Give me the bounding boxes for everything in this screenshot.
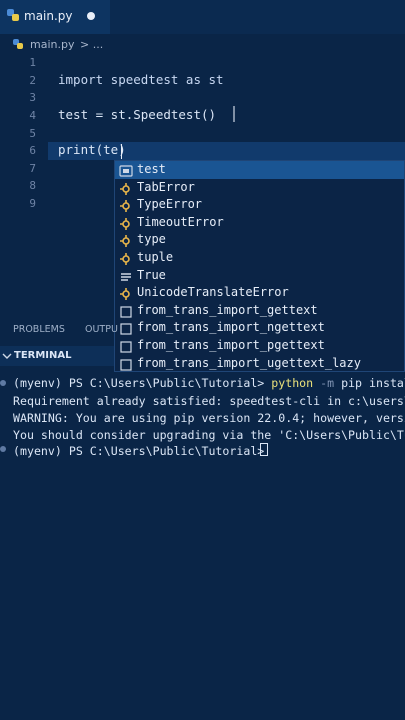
line-number: 4 [29, 109, 36, 122]
terminal-line: (myenv) PS C:\Users\Public\Tutorial> pyt… [13, 376, 405, 390]
variable-icon [119, 163, 133, 177]
code-text: test = st.Speedtest() [58, 107, 217, 122]
suggestion-label: UnicodeTranslateError [137, 285, 289, 300]
command-text: python [271, 376, 314, 390]
code-text: print(te) [58, 142, 126, 157]
code-text: import speedtest as st [58, 72, 224, 87]
tab-label: main.py [24, 9, 73, 23]
suggestion-label: TabError [137, 179, 195, 194]
suggestion-label: from_trans_import_ugettext_lazy [137, 355, 361, 370]
class-icon [119, 198, 133, 213]
line-number: 1 [29, 56, 36, 69]
class-icon [119, 181, 133, 195]
suggestion-label: TimeoutError [137, 214, 224, 229]
suggestion-label: TypeError [137, 197, 203, 212]
suggestion-item[interactable]: TabError [115, 179, 404, 197]
python-icon [13, 39, 23, 49]
chevron-down-icon [2, 353, 12, 359]
suggestion-item[interactable]: from_trans_import_ugettext_lazy [115, 355, 404, 373]
text-cursor [121, 144, 122, 159]
suggestion-item[interactable]: from_trans_import_gettext [115, 302, 404, 320]
suggestion-item[interactable]: TimeoutError [115, 214, 404, 232]
suggestion-label: test [137, 162, 166, 176]
suggestion-item[interactable]: tuple [115, 249, 404, 267]
suggestion-item[interactable]: type [115, 231, 404, 249]
tab-main-py[interactable]: main.py [0, 0, 110, 34]
suggestion-item[interactable]: True [115, 267, 404, 285]
terminal-line: Requirement already satisfied: speedtest… [13, 394, 405, 408]
line-number: 2 [29, 74, 36, 87]
line-number: 8 [29, 179, 36, 192]
terminal-line: (myenv) PS C:\Users\Public\Tutorial> [13, 444, 272, 458]
tab-bar: main.py [0, 0, 405, 34]
snippet-icon [119, 304, 133, 318]
terminal-header[interactable]: TERMINAL [0, 346, 114, 366]
suggestion-label: tuple [137, 250, 174, 264]
suggestion-item[interactable]: UnicodeTranslateError [115, 284, 404, 302]
suggestion-label: True [137, 267, 166, 282]
code-line: import speedtest as st [58, 72, 224, 87]
snippet-icon [119, 357, 133, 371]
breadcrumb: main.py > ... [0, 34, 405, 54]
suggestion-label: type [137, 232, 166, 247]
tab-output[interactable]: OUTPU [85, 324, 118, 335]
class-icon [119, 216, 133, 230]
args-text: pip install [341, 376, 405, 390]
prompt-text: (myenv) PS C:\Users\Public\Tutorial> [13, 376, 272, 390]
line-number: 3 [29, 91, 36, 104]
suggestion-label: from_trans_import_gettext [137, 302, 318, 317]
panel-tabs: PROBLEMS OUTPU [0, 318, 405, 342]
line-number: 5 [29, 127, 36, 140]
breadcrumb-more[interactable]: > ... [80, 38, 103, 51]
suggestion-item[interactable]: test [115, 161, 404, 179]
breadcrumb-file[interactable]: main.py [30, 38, 74, 51]
terminal-title: TERMINAL [14, 350, 72, 361]
class-icon [119, 286, 133, 301]
python-icon [7, 9, 19, 21]
terminal-line: WARNING: You are using pip version 22.0.… [13, 411, 405, 425]
code-line: test = st.Speedtest() [58, 107, 216, 122]
terminal-command-marker-icon [0, 446, 6, 452]
line-number: 7 [29, 162, 36, 175]
flag-text: -m [313, 376, 342, 390]
suggestion-item[interactable]: TypeError [115, 196, 404, 214]
terminal-line: You should consider upgrading via the 'C… [13, 428, 405, 442]
class-icon [119, 233, 133, 248]
line-number: 9 [29, 197, 36, 210]
class-icon [119, 251, 133, 265]
mouse-ibeam-icon [233, 106, 235, 122]
unsaved-dot-icon[interactable] [87, 12, 95, 20]
line-number: 6 [29, 144, 36, 157]
constant-icon [119, 269, 133, 283]
terminal-command-marker-icon [0, 380, 6, 386]
tab-problems[interactable]: PROBLEMS [13, 324, 65, 335]
code-line: print(te) [58, 142, 126, 157]
terminal-cursor [260, 443, 268, 456]
